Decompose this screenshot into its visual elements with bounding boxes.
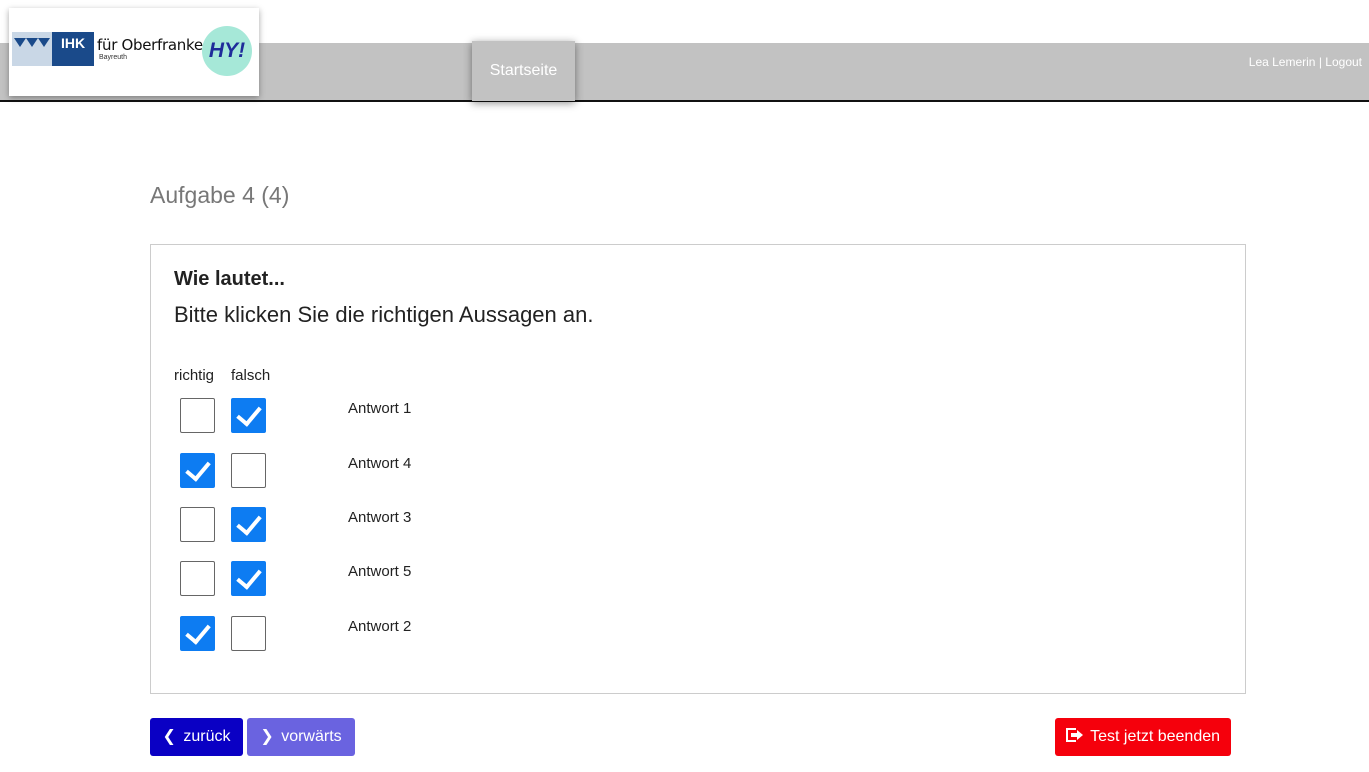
ihk-emblem: IHK xyxy=(12,32,94,66)
back-button[interactable]: ❮ zurück xyxy=(150,718,243,756)
checkbox-falsch[interactable] xyxy=(231,453,266,488)
answer-label: Antwort 2 xyxy=(348,618,412,635)
task-title: Aufgabe 4 (4) xyxy=(150,182,290,208)
end-test-button[interactable]: Test jetzt beenden xyxy=(1055,718,1231,756)
answer-label: Antwort 3 xyxy=(348,509,412,526)
checkbox-falsch[interactable] xyxy=(231,561,266,596)
ihk-city-text: Bayreuth xyxy=(99,54,128,61)
nav-startseite[interactable]: Startseite xyxy=(472,41,575,101)
hy-badge-logo: HY! xyxy=(202,26,252,76)
ihk-triangles-icon xyxy=(12,32,52,66)
forward-button[interactable]: ❯ vorwärts xyxy=(247,718,355,756)
logout-link[interactable]: Logout xyxy=(1325,55,1362,69)
user-area: Lea Lemerin | Logout xyxy=(1249,55,1362,69)
ihk-org-text: für Oberfranken xyxy=(97,36,212,54)
sign-out-icon xyxy=(1065,728,1083,742)
answer-label: Antwort 4 xyxy=(348,455,412,472)
checkbox-falsch[interactable] xyxy=(231,398,266,433)
checkbox-falsch[interactable] xyxy=(231,616,266,651)
chevron-left-icon: ❮ xyxy=(162,728,176,745)
question-title: Wie lautet... xyxy=(174,268,285,290)
answer-label: Antwort 1 xyxy=(348,400,412,417)
answer-label: Antwort 5 xyxy=(348,563,412,580)
ihk-logo-text: IHK xyxy=(52,32,94,66)
back-button-label: zurück xyxy=(183,728,231,745)
forward-button-label: vorwärts xyxy=(281,728,342,745)
ihk-logo[interactable]: IHK für Oberfranken Bayreuth HY! xyxy=(9,8,259,96)
end-test-button-label: Test jetzt beenden xyxy=(1090,728,1221,745)
checkbox-richtig[interactable] xyxy=(180,561,215,596)
checkbox-richtig[interactable] xyxy=(180,616,215,651)
question-instruction: Bitte klicken Sie die richtigen Aussagen… xyxy=(174,302,594,327)
chevron-right-icon: ❯ xyxy=(260,728,274,745)
column-header-richtig: richtig xyxy=(174,367,215,384)
checkbox-richtig[interactable] xyxy=(180,507,215,542)
column-header-falsch: falsch xyxy=(231,367,271,384)
question-panel: Wie lautet... Bitte klicken Sie die rich… xyxy=(150,244,1246,694)
user-name: Lea Lemerin xyxy=(1248,55,1316,69)
checkbox-falsch[interactable] xyxy=(231,507,266,542)
checkbox-richtig[interactable] xyxy=(180,398,215,433)
checkbox-richtig[interactable] xyxy=(180,453,215,488)
user-separator: | xyxy=(1318,55,1322,69)
